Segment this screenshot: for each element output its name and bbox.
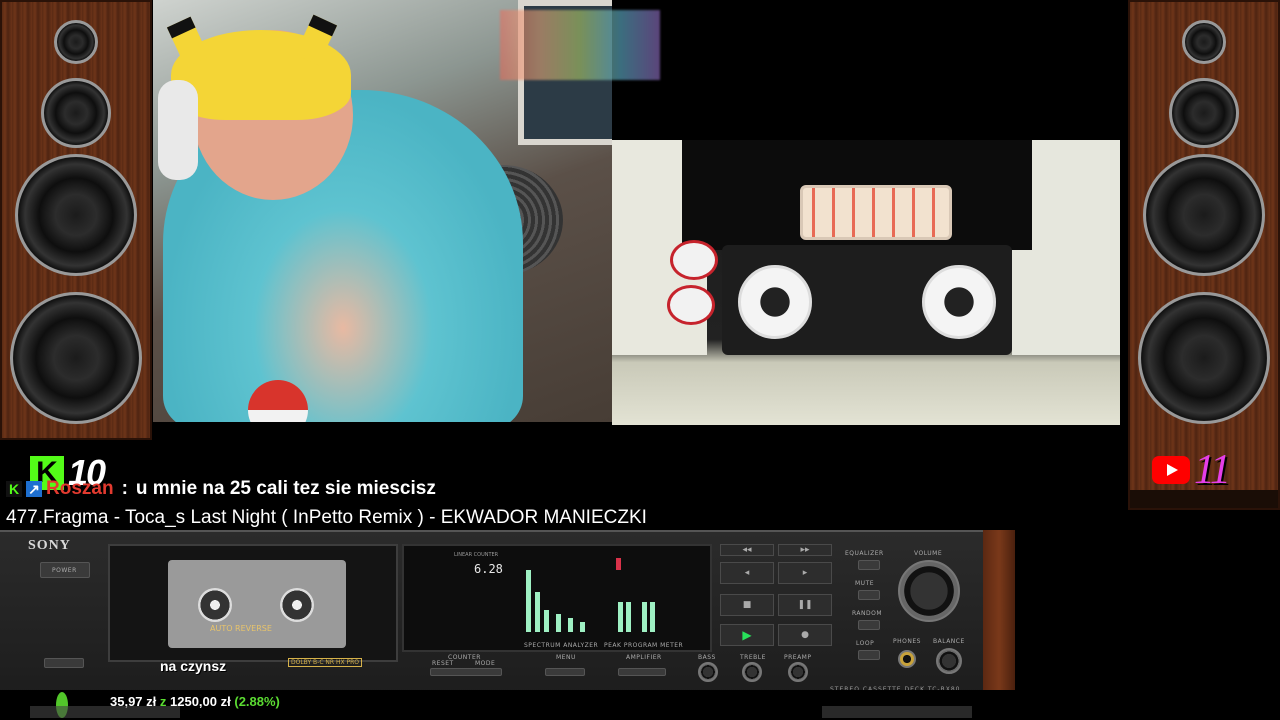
cassette-bay: AUTO REVERSE [108,544,398,662]
reset-label: RESET [432,660,454,667]
play-indicator-icon[interactable]: ▶ [720,624,774,646]
headphones [158,80,198,180]
peak-bar [626,602,631,632]
balance-knob[interactable] [936,648,962,674]
preamp-label: PREAMP [784,654,812,661]
counter-reset-button[interactable] [430,668,502,676]
donation-goal: 35,97 zł z 1250,00 zł (2.88%) [0,690,1280,720]
dj-desk-feed [612,140,1120,425]
chat-separator: : [121,478,128,499]
woofer-icon [15,154,137,276]
volume-knob[interactable] [898,560,960,622]
random-label: RANDOM [852,610,883,617]
counter-readout: 6.28 [474,562,503,576]
cassette-tape [168,560,346,648]
spectrum-bar [535,592,540,632]
cassette-deck: SONY POWER AUTO REVERSE LINEAR COUNTER 6… [0,530,1015,695]
headphone-jack-icon [898,650,916,668]
transport-controls: ◂◂ ▸▸ ◂ ▸ ■ ❚❚ ▶ ● [720,544,834,652]
stop-button[interactable]: ■ [720,594,774,616]
phones-label: PHONES [893,638,921,645]
volume-label: VOLUME [914,550,943,557]
spectrum-bar [580,622,585,632]
subscriber-badge-icon: ↗ [26,481,42,497]
balance-label: BALANCE [933,638,965,645]
loop-label: LOOP [856,640,875,647]
jog-wheel-right [922,265,996,339]
bass-knob[interactable] [698,662,718,682]
woofer-icon [10,292,142,424]
reel-icon [280,588,314,622]
now-playing-track: 477.Fragma - Toca_s Last Night ( InPetto… [6,507,647,528]
left-speaker [0,0,152,440]
tweeter-icon [1182,20,1226,64]
auto-reverse-label: AUTO REVERSE [210,624,272,633]
spectrum-label: SPECTRUM ANALYZER [524,642,599,649]
menu-label: MENU [556,654,576,661]
equalizer-label: EQUALIZER [845,550,884,557]
loop-toggle[interactable] [858,650,880,660]
bass-label: BASS [698,654,716,661]
spectrum-bar [568,618,573,632]
eject-button[interactable] [44,658,84,668]
mute-label: MUTE [855,580,875,587]
mute-toggle[interactable] [858,590,880,600]
donation-percent: (2.88%) [234,694,280,709]
right-speaker [1128,0,1280,510]
youtube-viewer-badge: 11 [1152,446,1231,494]
fast-forward-button[interactable]: ▸▸ [778,544,832,556]
yogurt-cup [670,240,718,280]
woofer-icon [1138,292,1270,424]
pause-button[interactable]: ❚❚ [778,594,832,616]
midrange-icon [1169,78,1239,148]
peak-red-bar [616,558,621,570]
youtube-logo-icon [1152,456,1190,484]
amplifier-button[interactable] [618,668,666,676]
reel-icon [198,588,232,622]
screen-glare [30,706,180,718]
chat-message: K ↗ Roszan : u mnie na 25 cali tez sie m… [6,478,436,500]
deck-wood-side [983,530,1015,695]
screen-glare [822,706,972,718]
spectrum-bar [526,570,531,632]
rewind-button[interactable]: ◂◂ [720,544,774,556]
mode-label: MODE [475,660,496,667]
dolby-label: DOLBY B-C NR HX PRO [288,658,363,667]
forward-play-button[interactable]: ▸ [778,562,832,584]
keyboard [800,185,952,240]
chat-text: u mnie na 25 cali tez sie miescisz [135,478,436,499]
spectrum-bar [556,614,561,632]
peak-bar [650,602,655,632]
menu-button[interactable] [545,668,585,676]
peak-bar [642,602,647,632]
deck-brand: SONY [28,538,71,553]
preamp-knob[interactable] [788,662,808,682]
overlay-logo [500,10,660,80]
record-button[interactable]: ● [778,624,832,646]
level-meter: LINEAR COUNTER 6.28 SPECTRUM ANALYZER PE… [402,544,712,652]
donation-caption: na czynsz [160,658,227,674]
random-toggle[interactable] [858,620,880,630]
reverse-play-button[interactable]: ◂ [720,562,774,584]
kick-chat-icon: K [6,481,22,497]
tweeter-icon [54,20,98,64]
treble-label: TREBLE [740,654,766,661]
spectrum-bar [544,610,549,632]
power-label: POWER [52,567,77,574]
yogurt-cup [667,285,715,325]
midrange-icon [41,78,111,148]
chat-username: Roszan [46,478,114,499]
woofer-icon [1143,154,1265,276]
peak-bar [618,602,623,632]
peak-label: PEAK PROGRAM METER [604,642,684,649]
jog-wheel-left [738,265,812,339]
youtube-viewer-count: 11 [1194,447,1231,493]
equalizer-toggle[interactable] [858,560,880,570]
counter-label: LINEAR COUNTER [454,552,499,558]
treble-knob[interactable] [742,662,762,682]
amplifier-label: AMPLIFIER [626,654,662,661]
